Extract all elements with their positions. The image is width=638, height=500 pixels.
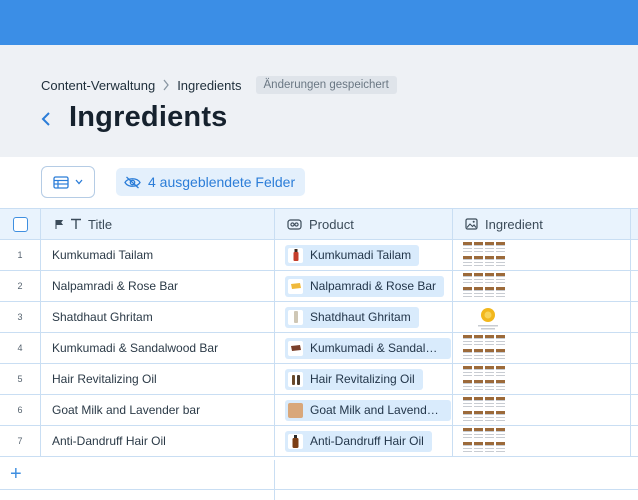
title-cell[interactable]: Kumkumadi & Sandalwood Bar bbox=[41, 333, 275, 363]
product-chip-label: Kumkumadi & Sandalwood Bar bbox=[310, 341, 443, 355]
product-cell[interactable]: Kumkumadi & Sandalwood Bar bbox=[275, 333, 453, 363]
product-cell[interactable]: Nalpamradi & Rose Bar bbox=[275, 271, 453, 301]
product-chip[interactable]: Goat Milk and Lavender bar bbox=[285, 399, 451, 421]
ingredient-image bbox=[463, 335, 507, 361]
table-view-icon bbox=[53, 175, 69, 189]
row-number: 5 bbox=[0, 364, 41, 394]
title-cell[interactable]: Kumkumadi Tailam bbox=[41, 240, 275, 270]
title-cell[interactable]: Anti-Dandruff Hair Oil bbox=[41, 426, 275, 456]
ingredient-cell[interactable] bbox=[453, 333, 631, 363]
ingredient-image bbox=[463, 366, 507, 392]
column-header-product[interactable]: Product bbox=[275, 209, 453, 239]
product-chip-label: Anti-Dandruff Hair Oil bbox=[310, 434, 424, 448]
add-row[interactable]: + bbox=[0, 460, 638, 490]
select-all-cell[interactable] bbox=[0, 209, 41, 239]
row-number: 4 bbox=[0, 333, 41, 363]
ingredient-cell[interactable] bbox=[453, 271, 631, 301]
product-chip[interactable]: Anti-Dandruff Hair Oil bbox=[285, 430, 432, 452]
product-chip-label: Hair Revitalizing Oil bbox=[310, 372, 415, 386]
breadcrumb-content-manager[interactable]: Content-Verwaltung bbox=[41, 78, 155, 93]
column-header-title[interactable]: Title bbox=[41, 209, 275, 239]
product-cell[interactable]: Hair Revitalizing Oil bbox=[275, 364, 453, 394]
product-cell[interactable]: Shatdhaut Ghritam bbox=[275, 302, 453, 332]
ingredient-image bbox=[463, 273, 507, 299]
chevron-right-icon bbox=[155, 79, 177, 91]
table-row[interactable]: 6 Goat Milk and Lavender bar Goat Milk a… bbox=[0, 395, 638, 426]
ingredient-cell[interactable] bbox=[453, 302, 631, 332]
title-cell[interactable]: Nalpamradi & Rose Bar bbox=[41, 271, 275, 301]
status-badge: Änderungen gespeichert bbox=[255, 76, 397, 94]
table-row[interactable]: 5 Hair Revitalizing Oil Hair Revitalizin… bbox=[0, 364, 638, 395]
view-switcher-button[interactable] bbox=[41, 166, 95, 198]
table-header: Title Product Ingredient bbox=[0, 208, 638, 240]
product-thumbnail bbox=[288, 433, 303, 449]
title-cell[interactable]: Goat Milk and Lavender bar bbox=[41, 395, 275, 425]
product-thumbnail bbox=[288, 309, 303, 325]
product-thumbnail bbox=[288, 340, 303, 356]
row-number: 6 bbox=[0, 395, 41, 425]
row-number: 2 bbox=[0, 271, 41, 301]
row-number: 7 bbox=[0, 426, 41, 456]
hidden-fields-label: 4 ausgeblendete Felder bbox=[148, 174, 296, 190]
product-chip[interactable]: Shatdhaut Ghritam bbox=[285, 306, 419, 328]
product-chip[interactable]: Hair Revitalizing Oil bbox=[285, 368, 423, 390]
column-product-label: Product bbox=[309, 216, 354, 232]
column-ingredient-label: Ingredient bbox=[485, 216, 543, 232]
table-row[interactable]: 2 Nalpamradi & Rose Bar Nalpamradi & Ros… bbox=[0, 271, 638, 302]
flag-icon bbox=[55, 219, 64, 229]
select-all-checkbox[interactable] bbox=[12, 216, 28, 232]
data-table: Title Product Ingredient 1 Kumkumadi Tai… bbox=[0, 208, 638, 500]
toolbar: 4 ausgeblendete Felder bbox=[0, 157, 638, 208]
hidden-fields-button[interactable]: 4 ausgeblendete Felder bbox=[116, 168, 306, 196]
text-type-icon bbox=[71, 218, 81, 229]
page-title: Ingredients bbox=[69, 101, 228, 133]
table-row[interactable]: 4 Kumkumadi & Sandalwood Bar Kumkumadi &… bbox=[0, 333, 638, 364]
column-title-label: Title bbox=[88, 216, 113, 232]
add-row-button[interactable]: + bbox=[10, 464, 22, 484]
chevron-down-icon bbox=[75, 179, 83, 185]
back-button[interactable] bbox=[38, 109, 54, 129]
eye-off-icon bbox=[124, 176, 141, 188]
breadcrumb-ingredients: Ingredients bbox=[177, 77, 242, 93]
product-chip-label: Shatdhaut Ghritam bbox=[310, 310, 411, 324]
row-number: 3 bbox=[0, 302, 41, 332]
title-cell[interactable]: Shatdhaut Ghritam bbox=[41, 302, 275, 332]
ingredient-image bbox=[463, 397, 507, 423]
row-number: 1 bbox=[0, 240, 41, 270]
product-cell[interactable]: Kumkumadi Tailam bbox=[275, 240, 453, 270]
product-chip[interactable]: Nalpamradi & Rose Bar bbox=[285, 275, 445, 297]
reference-icon bbox=[287, 218, 302, 230]
table-row[interactable]: 1 Kumkumadi Tailam Kumkumadi Tailam bbox=[0, 240, 638, 271]
ingredient-image bbox=[463, 428, 507, 454]
product-chip[interactable]: Kumkumadi Tailam bbox=[285, 244, 420, 266]
product-thumbnail bbox=[288, 402, 303, 418]
column-header-ingredient[interactable]: Ingredient bbox=[453, 209, 631, 239]
product-thumbnail bbox=[288, 371, 303, 387]
ingredient-cell[interactable] bbox=[453, 426, 631, 456]
page-header: Content-Verwaltung Ingredients Änderunge… bbox=[0, 45, 638, 157]
product-chip[interactable]: Kumkumadi & Sandalwood Bar bbox=[285, 337, 451, 359]
ingredient-cell[interactable] bbox=[453, 395, 631, 425]
table-row[interactable]: 7 Anti-Dandruff Hair Oil Anti-Dandruff H… bbox=[0, 426, 638, 457]
top-bar bbox=[0, 0, 638, 45]
ingredient-cell[interactable] bbox=[453, 364, 631, 394]
image-type-icon bbox=[465, 218, 478, 230]
breadcrumb: Content-Verwaltung Ingredients Änderunge… bbox=[41, 75, 397, 95]
ingredient-cell[interactable] bbox=[453, 240, 631, 270]
product-thumbnail bbox=[288, 278, 303, 294]
product-cell[interactable]: Anti-Dandruff Hair Oil bbox=[275, 426, 453, 456]
product-chip-label: Kumkumadi Tailam bbox=[310, 248, 412, 262]
product-thumbnail bbox=[288, 247, 303, 263]
column-header-more bbox=[631, 209, 638, 239]
table-row[interactable]: 3 Shatdhaut Ghritam Shatdhaut Ghritam bbox=[0, 302, 638, 333]
ingredient-image bbox=[478, 308, 498, 330]
product-cell[interactable]: Goat Milk and Lavender bar bbox=[275, 395, 453, 425]
title-cell[interactable]: Hair Revitalizing Oil bbox=[41, 364, 275, 394]
product-chip-label: Goat Milk and Lavender bar bbox=[310, 403, 443, 417]
ingredient-image bbox=[463, 242, 507, 268]
chevron-left-icon bbox=[41, 112, 50, 126]
product-chip-label: Nalpamradi & Rose Bar bbox=[310, 279, 437, 293]
